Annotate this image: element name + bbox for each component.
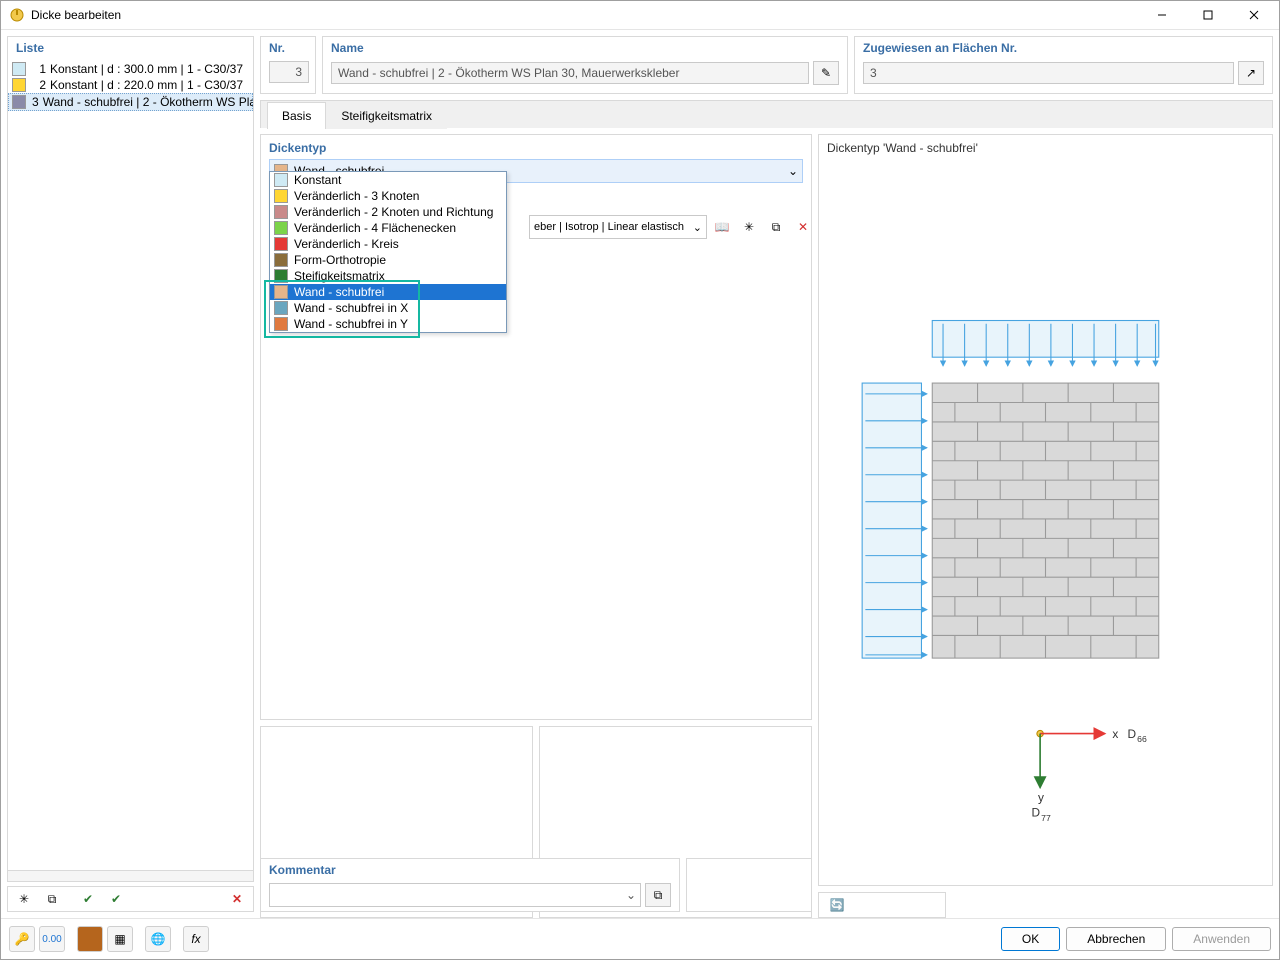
material-combo[interactable]: eber | Isotrop | Linear elastisch⌄: [529, 215, 707, 239]
option-kreis[interactable]: Veränderlich - Kreis: [270, 236, 506, 252]
name-panel: Name ✎: [322, 36, 848, 94]
assigned-panel: Zugewiesen an Flächen Nr. ↗: [854, 36, 1273, 94]
option-steifigkeitsmatrix[interactable]: Steifigkeitsmatrix: [270, 268, 506, 284]
option-konstant[interactable]: Konstant: [270, 172, 506, 188]
units-icon[interactable]: 0.00: [39, 926, 65, 952]
nr-input[interactable]: [269, 61, 309, 83]
number-panel: Nr.: [260, 36, 316, 94]
option-4ecken[interactable]: Veränderlich - 4 Flächenecken: [270, 220, 506, 236]
dialog-footer: 🔑 0.00 ▦ 🌐 fx OK Abbrechen Anwenden: [1, 918, 1279, 959]
preview-panel: Dickentyp 'Wand - schubfrei': [818, 134, 1273, 886]
comment-spacer-1: [686, 858, 812, 912]
titlebar: Dicke bearbeiten: [1, 1, 1279, 30]
list-item-selected[interactable]: 3Wand - schubfrei | 2 - Ökotherm WS Pla: [8, 93, 253, 111]
name-header: Name: [323, 37, 847, 61]
function-icon[interactable]: fx: [183, 926, 209, 952]
svg-text:D: D: [1031, 806, 1040, 820]
option-orthotropie[interactable]: Form-Orthotropie: [270, 252, 506, 268]
copy-material-icon[interactable]: ⧉: [764, 215, 788, 239]
edit-name-icon[interactable]: ✎: [813, 61, 839, 85]
app-icon: [9, 7, 25, 23]
minimize-button[interactable]: [1139, 1, 1185, 29]
assigned-input[interactable]: [863, 62, 1234, 84]
check-out-icon[interactable]: ✔: [104, 887, 128, 911]
nr-header: Nr.: [261, 37, 315, 61]
list-items[interactable]: 1Konstant | d : 300.0 mm | 1 - C30/37 2K…: [8, 61, 253, 870]
cancel-button[interactable]: Abbrechen: [1066, 927, 1166, 951]
dickentyp-dropdown-list[interactable]: Konstant Veränderlich - 3 Knoten Verände…: [269, 171, 507, 333]
comment-combo[interactable]: ⌄: [269, 883, 641, 907]
delete-icon[interactable]: ✕: [225, 887, 249, 911]
option-wand-schubfrei-x[interactable]: Wand - schubfrei in X: [270, 300, 506, 316]
tab-steifigkeitsmatrix[interactable]: Steifigkeitsmatrix: [326, 102, 447, 129]
check-in-icon[interactable]: ✔: [76, 887, 100, 911]
globe-icon[interactable]: 🌐: [145, 926, 171, 952]
svg-text:y: y: [1038, 791, 1044, 805]
comment-panel: Kommentar ⌄ ⧉: [260, 858, 680, 912]
mode-icon[interactable]: ▦: [107, 926, 133, 952]
help-icon[interactable]: 🔑: [9, 926, 35, 952]
list-panel: Liste 1Konstant | d : 300.0 mm | 1 - C30…: [7, 36, 254, 882]
comment-pick-icon[interactable]: ⧉: [645, 883, 671, 907]
dickentyp-panel: Dickentyp Wand - schubfrei ⌄ eber | Isot…: [260, 134, 812, 720]
svg-text:x: x: [1112, 727, 1118, 741]
color-icon[interactable]: [77, 926, 103, 952]
copy-icon[interactable]: ⧉: [40, 887, 64, 911]
material-row: eber | Isotrop | Linear elastisch⌄ 📖 ✳ ⧉…: [529, 215, 815, 239]
library-icon[interactable]: 📖: [710, 215, 734, 239]
chevron-down-icon: ⌄: [788, 164, 798, 178]
list-item[interactable]: 1Konstant | d : 300.0 mm | 1 - C30/37: [8, 61, 253, 77]
option-2knoten-richtung[interactable]: Veränderlich - 2 Knoten und Richtung: [270, 204, 506, 220]
list-item[interactable]: 2Konstant | d : 220.0 mm | 1 - C30/37: [8, 77, 253, 93]
list-toolbar: ✳ ⧉ ✔ ✔ ✕: [7, 886, 254, 912]
new-material-icon[interactable]: ✳: [737, 215, 761, 239]
svg-text:66: 66: [1137, 734, 1147, 744]
ok-button[interactable]: OK: [1001, 927, 1060, 951]
option-3knoten[interactable]: Veränderlich - 3 Knoten: [270, 188, 506, 204]
window-title: Dicke bearbeiten: [31, 8, 121, 22]
apply-button[interactable]: Anwenden: [1172, 927, 1271, 951]
maximize-button[interactable]: [1185, 1, 1231, 29]
name-input[interactable]: [331, 62, 809, 84]
svg-text:D: D: [1127, 727, 1136, 741]
svg-text:77: 77: [1041, 813, 1051, 823]
new-icon[interactable]: ✳: [12, 887, 36, 911]
close-button[interactable]: [1231, 1, 1277, 29]
comment-header: Kommentar: [261, 859, 679, 883]
preview-graphic: x D66 y D77: [819, 135, 1272, 890]
tab-basis[interactable]: Basis: [267, 102, 326, 129]
pick-surface-icon[interactable]: ↗: [1238, 61, 1264, 85]
option-wand-schubfrei-y[interactable]: Wand - schubfrei in Y: [270, 316, 506, 332]
option-wand-schubfrei[interactable]: Wand - schubfrei: [270, 284, 506, 300]
delete-material-icon[interactable]: ✕: [791, 215, 815, 239]
horizontal-scrollbar[interactable]: [8, 870, 253, 881]
dickentyp-label: Dickentyp: [261, 135, 811, 159]
list-header: Liste: [8, 37, 253, 61]
assigned-header: Zugewiesen an Flächen Nr.: [855, 37, 1272, 61]
